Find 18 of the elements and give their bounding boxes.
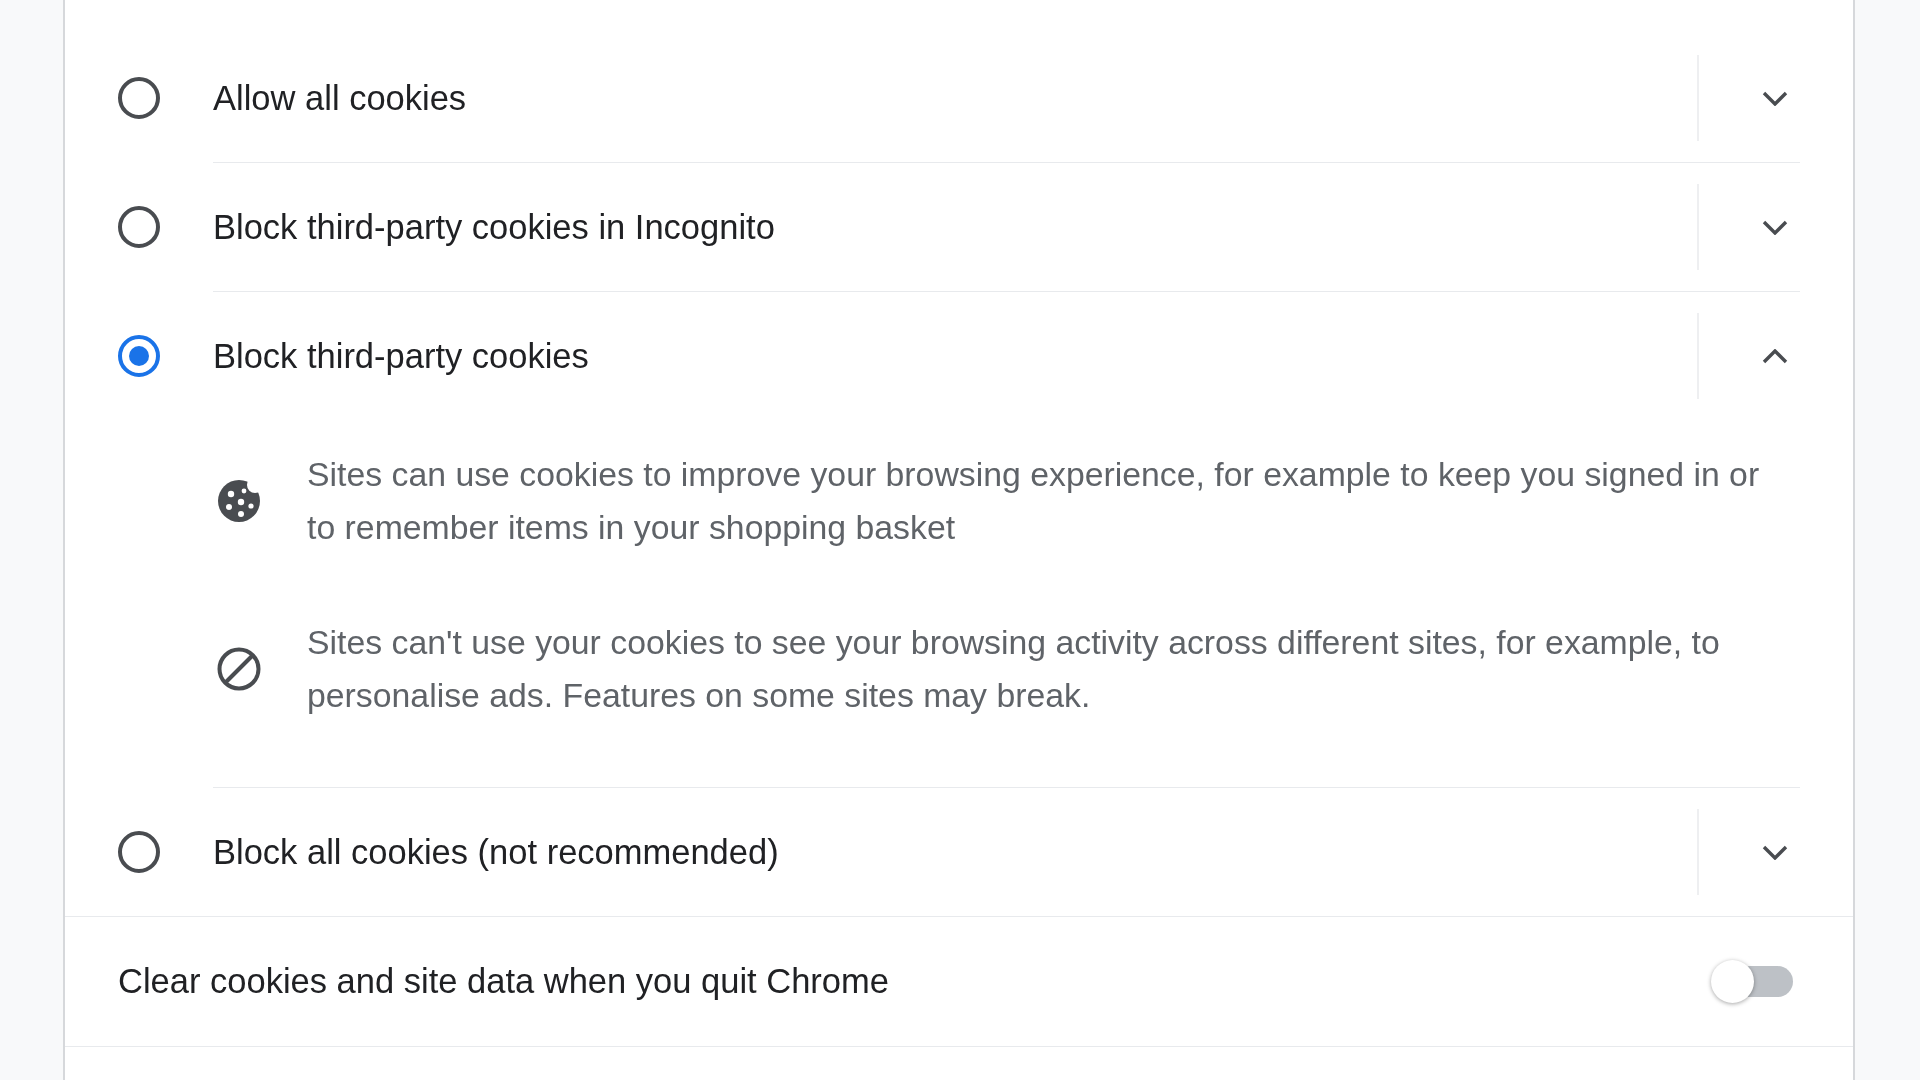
radio-button[interactable] <box>118 206 160 248</box>
toggle-switch[interactable] <box>1711 960 1793 1003</box>
radio-button[interactable] <box>118 335 160 377</box>
chevron-down-icon <box>1762 844 1788 860</box>
radio-button[interactable] <box>118 77 160 119</box>
description-text: Sites can use cookies to improve your browsing experience, for example to keep you signed in or to remember items in your shopping basket <box>307 454 1761 548</box>
chevron-down-icon <box>1762 90 1788 106</box>
option-label: Allow all cookies <box>213 78 468 118</box>
setting-label: Clear cookies and site data when you quit Chrome <box>118 962 889 1001</box>
description-text: Sites can't use your cookies to see your browsing activity across different sites, for example, to personalise ads. Features on some sites may break. <box>307 622 1721 716</box>
chevron-down-icon <box>1762 219 1788 235</box>
option-label: Block third-party cookies <box>213 336 590 376</box>
radio-button[interactable] <box>118 831 160 873</box>
cookie-icon <box>217 479 261 523</box>
option-label: Block third-party cookies in Incognito <box>213 207 776 247</box>
option-label: Block all cookies (not recommended) <box>213 832 780 872</box>
prohibited-icon <box>217 647 261 691</box>
chevron-up-icon <box>1762 348 1788 364</box>
